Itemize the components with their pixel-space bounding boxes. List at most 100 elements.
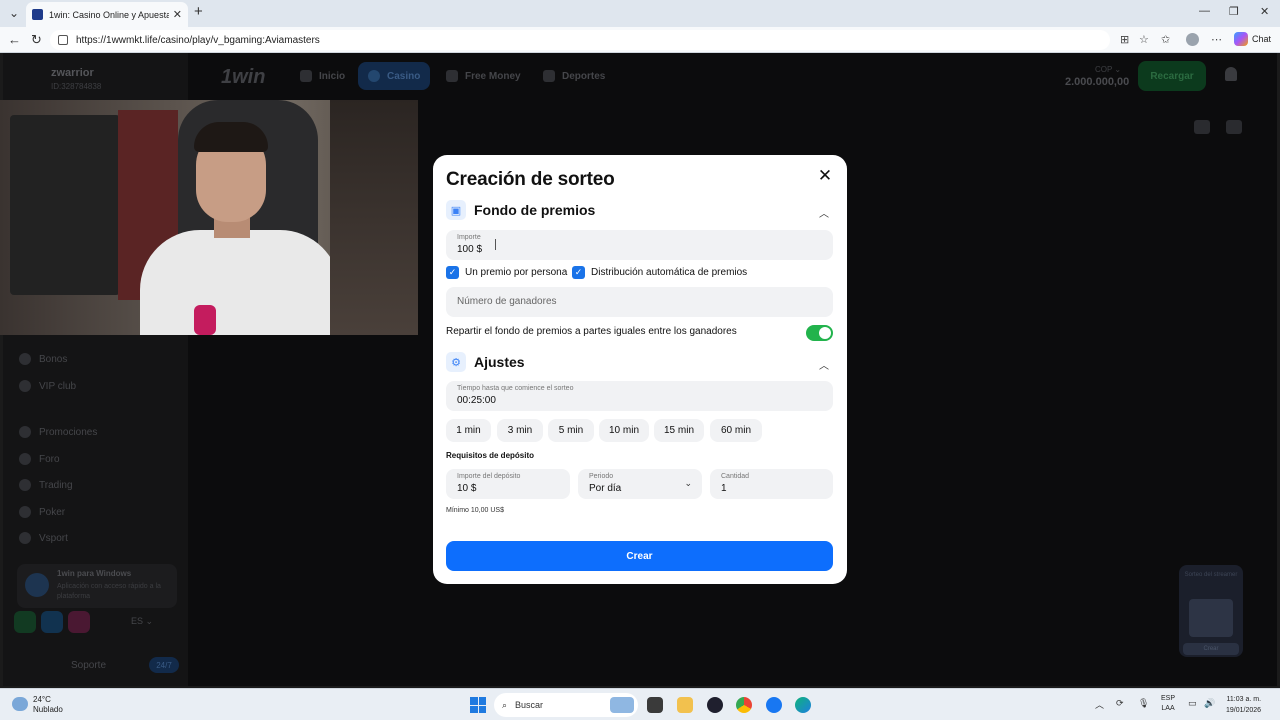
close-icon[interactable]: ✕ <box>815 166 835 186</box>
sidebar-item-trading[interactable]: Trading <box>19 479 73 491</box>
weather-cloud-icon[interactable] <box>12 697 28 711</box>
start-time-input[interactable]: Tiempo hasta que comience el sorteo 00:2… <box>446 381 833 411</box>
user-id: ID:328784838 <box>51 82 102 91</box>
site-logo[interactable]: 1win <box>221 66 265 89</box>
task-view-icon[interactable] <box>647 697 663 713</box>
checkbox-label: Un premio por persona <box>465 267 568 278</box>
chevron-up-icon[interactable]: ︿ <box>819 357 829 372</box>
back-icon[interactable]: ← <box>8 32 21 47</box>
whatsapp-icon[interactable] <box>14 611 36 633</box>
new-tab-icon[interactable]: + <box>194 3 203 20</box>
chip-60-min[interactable]: 60 min <box>710 419 762 442</box>
microphone-icon[interactable]: 🎙 <box>1138 698 1149 709</box>
facebook-icon[interactable] <box>766 697 782 713</box>
chip-3-min[interactable]: 3 min <box>497 419 543 442</box>
window-close-icon[interactable]: ✕ <box>1260 5 1269 18</box>
quantity-input[interactable]: Cantidad 1 <box>710 469 833 499</box>
nav-free-money[interactable]: Free Money <box>436 62 531 90</box>
notifications-bell-icon[interactable] <box>1225 67 1237 81</box>
taskbar-clock[interactable]: 11:03 a. m. 19/01/2026 <box>1226 694 1261 716</box>
chip-15-min[interactable]: 15 min <box>654 419 704 442</box>
chip-1-min[interactable]: 1 min <box>446 419 491 442</box>
telegram-icon[interactable] <box>41 611 63 633</box>
input-language-indicator[interactable]: ESP LAA <box>1161 694 1175 714</box>
sidebar-item-foro[interactable]: Foro <box>19 453 60 465</box>
chevron-up-icon[interactable]: ︿ <box>819 205 829 220</box>
text-cursor-icon <box>495 239 496 250</box>
more-options-icon[interactable]: ⋯ <box>1211 33 1222 46</box>
checkbox-label: Distribución automática de premios <box>591 267 748 278</box>
favorite-heart-icon[interactable] <box>1194 120 1210 134</box>
streamer-hair <box>194 122 268 152</box>
support-link[interactable]: Soporte <box>71 660 106 671</box>
money-icon <box>446 70 458 82</box>
chrome-icon[interactable] <box>736 697 752 713</box>
checkbox-checked-icon[interactable]: ✓ <box>446 266 459 279</box>
currency-selector[interactable]: COP ⌄ <box>1095 65 1121 74</box>
file-explorer-icon[interactable] <box>677 697 693 713</box>
sidebar-item-promociones[interactable]: Promociones <box>19 426 97 438</box>
edge-icon[interactable] <box>795 697 811 713</box>
weather-widget[interactable]: 24°C Nublado <box>33 695 63 715</box>
app-available-icon[interactable]: ⊞ <box>1120 33 1129 46</box>
windows-taskbar: 24°C Nublado ⌕ Buscar ︿ ⟳ 🎙 ESP LAA ▭ 🔊 … <box>0 688 1280 720</box>
language-selector[interactable]: ES ⌄ <box>131 616 153 627</box>
windows-app-promo[interactable]: 1win para Windows Aplicación con acceso … <box>17 564 177 608</box>
restore-icon[interactable]: ❐ <box>1229 5 1239 18</box>
network-icon[interactable]: ▭ <box>1188 698 1197 709</box>
url-field[interactable]: https://1wwmkt.life/casino/play/v_bgamin… <box>50 30 1110 50</box>
tray-chevron-up-icon[interactable]: ︿ <box>1095 698 1104 711</box>
raffle-create-button[interactable]: Crear <box>1183 643 1239 655</box>
period-label: Periodo <box>589 473 614 480</box>
chip-10-min[interactable]: 10 min <box>599 419 649 442</box>
fullscreen-icon[interactable] <box>1226 120 1242 134</box>
sidebar-item-vip[interactable]: VIP club <box>19 380 76 392</box>
nav-label: Casino <box>387 70 421 82</box>
volume-icon[interactable]: 🔊 <box>1204 698 1215 709</box>
profile-avatar-icon[interactable] <box>1186 33 1199 46</box>
split-equally-toggle[interactable] <box>806 325 833 341</box>
nav-deportes[interactable]: Deportes <box>533 62 615 90</box>
checkbox-one-prize[interactable]: ✓ Un premio por persona <box>446 266 567 279</box>
create-raffle-button[interactable]: Crear <box>446 541 833 571</box>
prize-fund-header[interactable]: ▣ Fondo de premios <box>446 200 595 220</box>
recharge-button[interactable]: Recargar <box>1138 61 1206 91</box>
checkbox-auto-distribution[interactable]: ✓ Distribución automática de premios <box>572 266 747 279</box>
settings-header[interactable]: ⚙ Ajustes <box>446 352 525 372</box>
nav-inicio[interactable]: Inicio <box>290 62 355 90</box>
nav-casino[interactable]: Casino <box>358 62 431 90</box>
raffle-creation-modal: Creación de sorteo ✕ ▣ Fondo de premios … <box>433 155 847 584</box>
site-info-icon[interactable] <box>58 35 68 45</box>
reload-icon[interactable]: ↻ <box>31 32 42 48</box>
obs-icon[interactable] <box>707 697 723 713</box>
sidebar-item-vsport[interactable]: Vsport <box>19 532 68 544</box>
sidebar-item-poker[interactable]: Poker <box>19 506 65 518</box>
checkbox-checked-icon[interactable]: ✓ <box>572 266 585 279</box>
minimize-icon[interactable]: — <box>1199 5 1210 17</box>
tab-close-icon[interactable]: ✕ <box>173 8 182 21</box>
favorite-star-icon[interactable]: ☆ <box>1139 33 1149 46</box>
amount-label: Importe <box>457 234 481 241</box>
copilot-chat-button[interactable]: Chat <box>1234 32 1271 46</box>
sidebar-label: VIP club <box>39 380 77 392</box>
deposit-amount-input[interactable]: Importe del depósito 10 $ <box>446 469 570 499</box>
tray-sync-icon[interactable]: ⟳ <box>1116 698 1124 709</box>
amount-input[interactable]: Importe 100 $ <box>446 230 833 260</box>
streamer-raffle-widget[interactable]: Sorteo del streamer Crear <box>1179 565 1243 657</box>
browser-tab-active[interactable]: 1win: Casino Online y Apuestas De ✕ <box>26 2 188 27</box>
quantity-value: 1 <box>721 483 727 494</box>
forum-icon <box>19 453 31 465</box>
favorites-icon[interactable]: ✩ <box>1161 33 1170 46</box>
period-select[interactable]: Periodo Por día ⌄ <box>578 469 702 499</box>
sidebar-item-bonos[interactable]: Bonos <box>19 353 67 365</box>
username: zwarrior <box>51 67 94 79</box>
sidebar-label: Promociones <box>39 426 98 438</box>
minimum-deposit-note: Mínimo 10,00 US$ <box>446 507 504 514</box>
windows-start-icon[interactable] <box>470 697 486 713</box>
chip-5-min[interactable]: 5 min <box>548 419 594 442</box>
winners-count-input[interactable]: Número de ganadores <box>446 287 833 317</box>
instagram-icon[interactable] <box>68 611 90 633</box>
chat-label: Chat <box>1252 34 1272 44</box>
tab-list-icon[interactable]: ⌄ <box>9 6 19 20</box>
gift-icon: ▣ <box>446 200 466 220</box>
